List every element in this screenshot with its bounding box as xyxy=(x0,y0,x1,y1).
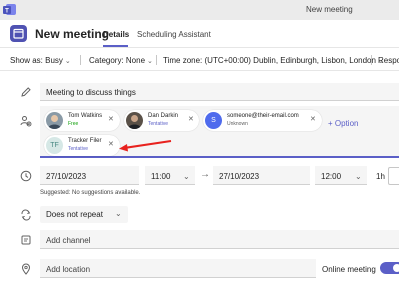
remove-attendee-icon[interactable]: ✕ xyxy=(188,115,194,123)
toggle-knob xyxy=(393,264,399,272)
chevron-down-icon: ⌄ xyxy=(115,209,122,218)
category-label: Category: None xyxy=(89,56,146,65)
all-day-toggle[interactable] xyxy=(388,167,399,185)
chevron-down-icon: ⌄ xyxy=(355,172,362,181)
pencil-icon xyxy=(21,87,31,97)
remove-attendee-icon[interactable]: ✕ xyxy=(310,115,316,123)
attendee-chip: Dan Darkin Tentative ✕ xyxy=(124,110,199,131)
window-title: New meeting xyxy=(306,5,353,14)
add-location-input[interactable]: Add location xyxy=(40,259,316,278)
teams-logo-icon: T xyxy=(3,4,16,15)
start-date-picker[interactable]: 27/10/2023 xyxy=(40,166,139,185)
annotation-arrow-icon xyxy=(119,140,172,152)
end-date-value: 27/10/2023 xyxy=(219,172,260,181)
options-bar: Show as: Busy ⌄ Category: None ⌄ Time zone… xyxy=(0,49,399,71)
chevron-down-icon: ⌄ xyxy=(147,58,153,65)
end-date-picker[interactable]: 27/10/2023 xyxy=(213,166,310,185)
location-pin-icon xyxy=(21,263,31,275)
tab-details[interactable]: Details xyxy=(103,30,129,39)
attendee-chip: S someone@their-email.com Unknown ✕ xyxy=(203,110,322,131)
meeting-title-value: Meeting to discuss things xyxy=(46,88,136,97)
online-meeting-toggle[interactable] xyxy=(380,262,399,274)
meeting-header: New meeting Details Scheduling Assistant xyxy=(0,20,399,48)
attendee-status: Unknown xyxy=(227,121,248,127)
add-channel-placeholder: Add channel xyxy=(46,236,91,245)
avatar: TF xyxy=(46,137,63,154)
show-as-label: Show as: Busy xyxy=(10,56,63,65)
meeting-title-input[interactable]: Meeting to discuss things xyxy=(40,83,399,101)
divider xyxy=(80,55,81,65)
clock-icon xyxy=(20,170,32,182)
page-title: New meeting xyxy=(35,27,110,41)
optional-attendees-link[interactable]: + Option xyxy=(328,119,358,128)
repeat-dropdown[interactable]: Does not repeat ⌄ xyxy=(40,206,128,223)
attendee-name: Tracker Filer xyxy=(68,138,102,144)
channel-icon xyxy=(21,235,31,245)
selected-tab-indicator xyxy=(103,45,128,47)
attendee-name: Dan Darkin xyxy=(148,113,179,119)
attendee-chip: Tom Watkins Free ✕ xyxy=(44,110,120,131)
time-zone-label: Time zone: (UTC+00:00) Dublin, Edinburgh… xyxy=(163,56,376,65)
add-people-icon xyxy=(20,116,32,127)
repeat-value: Does not repeat xyxy=(46,210,103,219)
time-zone-dropdown[interactable]: Time zone: (UTC+00:00) Dublin, Edinburgh… xyxy=(163,56,384,65)
divider xyxy=(371,55,372,65)
svg-text:T: T xyxy=(5,9,9,15)
avatar: S xyxy=(205,112,222,129)
show-as-dropdown[interactable]: Show as: Busy ⌄ xyxy=(10,56,71,65)
attendee-name: someone@their-email.com xyxy=(227,113,299,119)
end-time-dropdown[interactable]: 12:00 ⌄ xyxy=(315,166,367,185)
add-location-placeholder: Add location xyxy=(46,265,91,274)
attendee-name: Tom Watkins xyxy=(68,113,103,119)
start-time-value: 11:00 xyxy=(151,172,171,181)
attendee-status: Tentative xyxy=(68,146,89,152)
end-time-value: 12:00 xyxy=(321,172,342,181)
calendar-icon xyxy=(10,25,27,42)
online-meeting-label: Online meeting xyxy=(322,265,376,274)
duration-label: 1h xyxy=(376,172,385,181)
add-channel-input[interactable]: Add channel xyxy=(40,230,399,249)
avatar-initials: TF xyxy=(50,142,59,149)
avatar-initial: S xyxy=(211,117,216,124)
attendee-status: Tentative xyxy=(148,121,169,127)
avatar xyxy=(126,112,143,129)
tab-scheduling-assistant[interactable]: Scheduling Assistant xyxy=(137,30,211,39)
repeat-icon xyxy=(21,209,31,221)
attendee-status: Free xyxy=(68,121,79,127)
start-date-value: 27/10/2023 xyxy=(46,172,87,181)
chevron-down-icon: ⌄ xyxy=(183,172,190,181)
response-options-dropdown[interactable]: Respo xyxy=(378,56,399,65)
title-bar: T New meeting xyxy=(0,0,399,20)
remove-attendee-icon[interactable]: ✕ xyxy=(108,115,114,123)
divider xyxy=(156,55,157,65)
suggestion-text: Suggested: No suggestions available. xyxy=(40,190,141,196)
remove-attendee-icon[interactable]: ✕ xyxy=(108,140,114,148)
chevron-down-icon: ⌄ xyxy=(64,58,71,65)
attendee-chip: TF Tracker Filer Tentative ✕ xyxy=(44,135,120,156)
avatar xyxy=(46,112,63,129)
start-time-dropdown[interactable]: 11:00 ⌄ xyxy=(145,166,195,185)
arrow-right-icon: → xyxy=(200,169,210,180)
category-dropdown[interactable]: Category: None ⌄ xyxy=(89,56,153,65)
